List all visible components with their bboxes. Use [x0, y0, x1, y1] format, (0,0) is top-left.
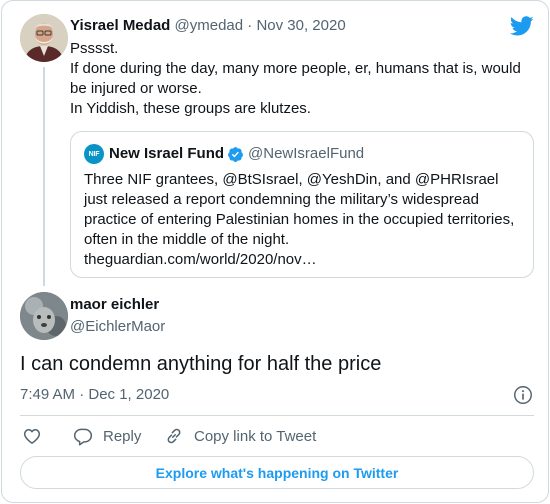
parent-tweet-line: be injured or worse.	[70, 80, 202, 97]
quoted-tweet-line: Three NIF grantees, @BtSIsrael, @YeshDin…	[84, 171, 499, 188]
explore-twitter-button[interactable]: Explore what's happening on Twitter	[20, 456, 534, 489]
link-icon	[167, 428, 181, 444]
reply-bubble-icon	[73, 428, 93, 446]
quoted-tweet-line: practice of entering Palestinian homes i…	[84, 211, 515, 228]
thread-connector-line	[43, 67, 45, 286]
reply-author-handle[interactable]: @EichlerMaor	[70, 317, 165, 337]
parent-tweet-line: If done during the day, many more people…	[70, 60, 521, 77]
reply-label: Reply	[103, 427, 142, 445]
reply-tweet-timestamp[interactable]: 7:49 AM · Dec 1, 2020	[20, 385, 169, 405]
parent-tweet-line: Psssst.	[70, 40, 119, 57]
quoted-author-name: New Israel Fund	[109, 145, 225, 162]
divider	[20, 415, 534, 416]
reply-author-name[interactable]: maor eichler	[70, 295, 159, 315]
quoted-tweet-header: New Israel Fund @NewIsraelFund	[109, 144, 364, 164]
parent-tweet-line: In Yiddish, these groups are klutzes.	[70, 100, 311, 117]
embedded-tweet-card: Yisrael Medad @ymedad · Nov 30, 2020 Pss…	[1, 0, 549, 503]
quoted-tweet[interactable]: NIF New Israel Fund @NewIsraelFund Three…	[70, 131, 534, 278]
parent-author-handle[interactable]: @ymedad	[175, 17, 244, 34]
quoted-tweet-text: Three NIF grantees, @BtSIsrael, @YeshDin…	[84, 170, 524, 270]
quoted-tweet-line: often in the middle of the night.	[84, 231, 290, 248]
quoted-author-handle: @NewIsraelFund	[248, 145, 365, 162]
avatar-yisrael-medad[interactable]	[20, 14, 68, 62]
reply-tweet-text: I can condemn anything for half the pric…	[20, 353, 382, 375]
header-separator: ·	[247, 17, 253, 34]
verified-badge-icon	[228, 146, 243, 162]
parent-tweet-header: Yisrael Medad @ymedad · Nov 30, 2020	[70, 16, 346, 36]
avatar-maor-eichler[interactable]	[20, 292, 68, 340]
twitter-bird-icon[interactable]	[510, 14, 534, 38]
parent-tweet-text: Psssst. If done during the day, many mor…	[70, 39, 532, 119]
parent-tweet-date[interactable]: Nov 30, 2020	[256, 17, 345, 34]
quoted-tweet-link[interactable]: theguardian.com/world/2020/nov…	[84, 250, 524, 270]
copy-link-label: Copy link to Tweet	[194, 427, 317, 445]
copy-link-button[interactable]: Copy link to Tweet	[164, 425, 316, 447]
info-icon[interactable]	[512, 384, 534, 406]
reply-button[interactable]: Reply	[73, 425, 141, 447]
nif-logo-avatar: NIF	[84, 144, 104, 164]
like-button[interactable]	[22, 425, 52, 447]
heart-icon	[23, 429, 41, 444]
parent-author-name[interactable]: Yisrael Medad	[70, 17, 170, 34]
quoted-tweet-line: just released a report condemning the mi…	[84, 191, 479, 208]
